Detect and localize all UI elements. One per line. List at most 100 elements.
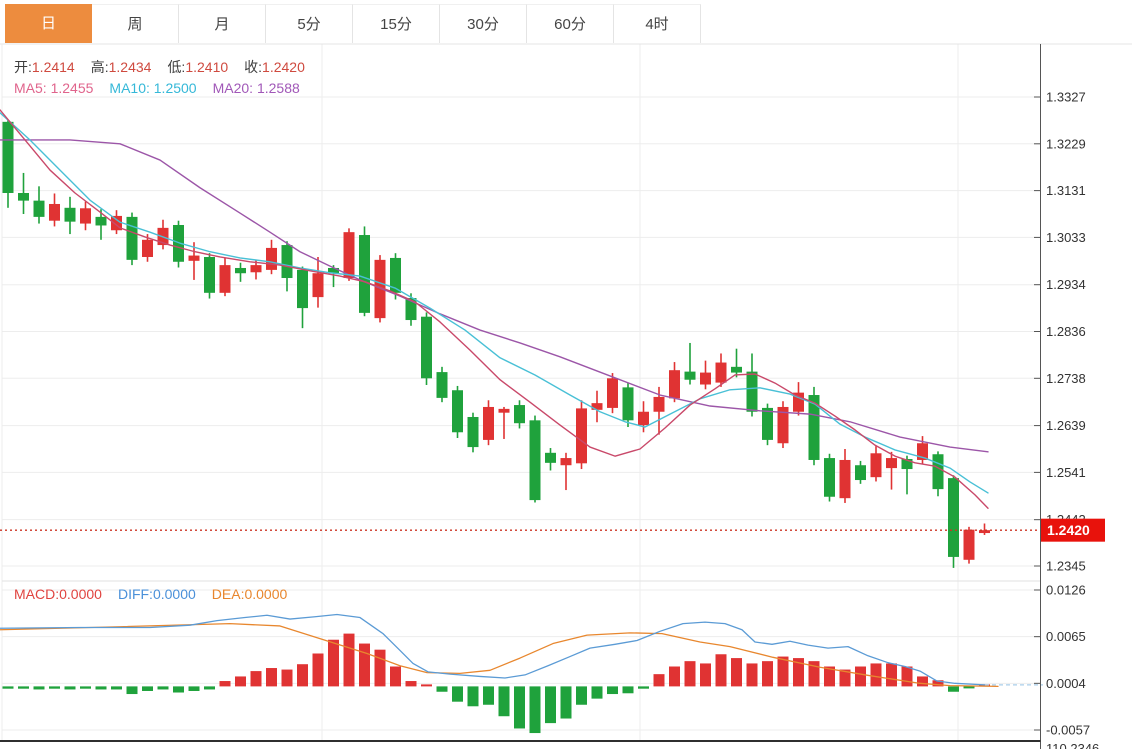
candle [65, 208, 76, 222]
price-axis-label: 1.2738 [1046, 371, 1086, 386]
diff-line [0, 614, 985, 684]
candle [344, 232, 355, 278]
macd-bar [266, 668, 277, 686]
macd-label: MACD: [14, 586, 59, 602]
macd-bar [437, 686, 448, 691]
candle [700, 373, 711, 385]
macd-bar [855, 667, 866, 687]
macd-bar [49, 686, 60, 688]
price-axis-label: 1.2639 [1046, 418, 1086, 433]
macd-bar [313, 653, 324, 686]
trading-chart-app: 1.33271.32291.31311.30331.29341.28361.27… [0, 0, 1132, 749]
candle [313, 273, 324, 297]
price-axis-label: 1.2934 [1046, 277, 1086, 292]
candle [297, 270, 308, 308]
candle [220, 265, 231, 293]
candle [34, 201, 45, 217]
candle [189, 256, 200, 261]
macd-bar [902, 667, 913, 687]
candle [747, 372, 758, 412]
high-value: 1.2434 [109, 59, 152, 75]
ma10-value: 1.2500 [154, 80, 197, 96]
candle [251, 265, 262, 272]
macd-bar [514, 686, 525, 728]
candle [731, 367, 742, 373]
macd-axis-label: 0.0065 [1046, 629, 1086, 644]
candle [886, 458, 897, 468]
candle [638, 412, 649, 425]
candle [483, 407, 494, 440]
macd-bar [731, 658, 742, 686]
candle [871, 453, 882, 477]
macd-bar [669, 667, 680, 687]
candle [855, 465, 866, 480]
macd-bar [111, 686, 122, 689]
candle [142, 240, 153, 257]
macd-bar [917, 676, 928, 686]
tab-week[interactable]: 周 [92, 4, 179, 43]
dea-value: 0.0000 [244, 586, 287, 602]
candle [452, 390, 463, 432]
partial-bottom-axis-label: 110.2346 [1046, 741, 1099, 749]
macd-bar [96, 686, 107, 689]
dea-label: DEA: [212, 586, 245, 602]
tab-60min[interactable]: 60分 [527, 4, 614, 43]
macd-bar [762, 661, 773, 686]
chart-canvas[interactable]: 1.33271.32291.31311.30331.29341.28361.27… [0, 0, 1132, 749]
tab-30min[interactable]: 30分 [440, 4, 527, 43]
macd-bar [390, 667, 401, 687]
macd-bar [251, 671, 262, 686]
high-label: 高: [91, 59, 109, 75]
close-value: 1.2420 [262, 59, 305, 75]
candle [127, 217, 138, 260]
macd-axis-label: -0.0057 [1046, 723, 1090, 738]
candle [716, 363, 727, 383]
candle [623, 387, 634, 420]
open-value: 1.2414 [32, 59, 75, 75]
candle [824, 458, 835, 497]
candle [576, 408, 587, 463]
candle [359, 235, 370, 313]
candle [762, 408, 773, 440]
macd-bar [127, 686, 138, 694]
macd-bar [282, 670, 293, 687]
price-axis-label: 1.2541 [1046, 465, 1086, 480]
price-axis-label: 1.2345 [1046, 559, 1086, 574]
macd-bar [344, 634, 355, 687]
tab-5min[interactable]: 5分 [266, 4, 353, 43]
macd-bar [80, 686, 91, 688]
tab-15min[interactable]: 15分 [353, 4, 440, 43]
macd-bar [421, 684, 432, 686]
ma5-label: MA5: [14, 80, 47, 96]
candle [3, 122, 14, 193]
candle [654, 397, 665, 412]
macd-bar [375, 650, 386, 687]
ma5-value: 1.2455 [51, 80, 94, 96]
macd-axis-label: 0.0126 [1046, 583, 1086, 598]
diff-value: 0.0000 [153, 586, 196, 602]
macd-bar [948, 686, 959, 691]
tab-month[interactable]: 月 [179, 4, 266, 43]
macd-bar [638, 686, 649, 688]
ma-legend: MA5: 1.2455 MA10: 1.2500 MA20: 1.2588 [14, 80, 316, 96]
macd-bar [34, 686, 45, 689]
tab-4hour[interactable]: 4时 [614, 4, 701, 43]
macd-bar [189, 686, 200, 691]
macd-bar [576, 686, 587, 704]
tab-day[interactable]: 日 [5, 4, 92, 43]
macd-bar [871, 663, 882, 686]
candle [592, 403, 603, 410]
macd-bar [158, 686, 169, 689]
low-value: 1.2410 [185, 59, 228, 75]
macd-bar [561, 686, 572, 718]
candle [421, 317, 432, 379]
macd-bar [499, 686, 510, 716]
macd-bar [623, 686, 634, 693]
macd-axis-label: 0.0004 [1046, 676, 1086, 691]
candle [530, 420, 541, 500]
macd-bar [685, 661, 696, 686]
macd-bar [747, 663, 758, 686]
price-axis-label: 1.3229 [1046, 136, 1086, 151]
low-label: 低: [167, 59, 185, 75]
macd-bar [65, 686, 76, 689]
